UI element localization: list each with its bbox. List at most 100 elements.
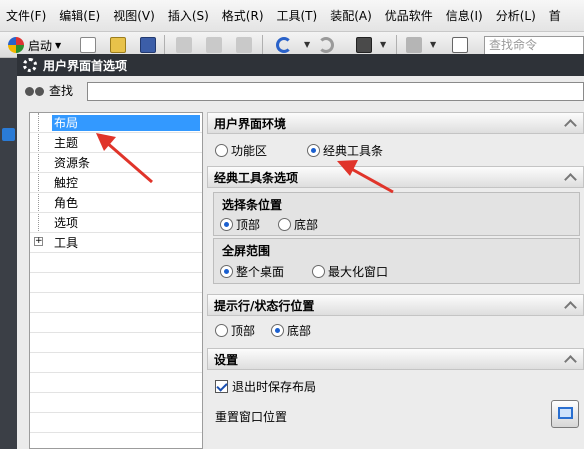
menu-bar: 文件(F) 编辑(E) 视图(V) 插入(S) 格式(R) 工具(T) 装配(A… <box>0 0 584 32</box>
section-title: 经典工具条选项 <box>214 170 299 185</box>
radio-label: 功能区 <box>231 144 268 158</box>
radio-selectbar-bottom[interactable]: 底部 <box>278 216 318 233</box>
radio-whole-desktop[interactable]: 整个桌面 <box>220 263 284 280</box>
section-prompt-status-position[interactable]: 提示行/状态行位置 <box>207 294 584 316</box>
start-label: 启动 <box>28 38 53 53</box>
group-fullscreen-range: 全屏范围 整个桌面 最大化窗口 <box>213 238 580 284</box>
chevron-down-icon[interactable]: ▼ <box>304 40 310 49</box>
tree-empty-row <box>30 293 202 313</box>
radio-label: 顶部 <box>231 324 256 338</box>
expand-icon[interactable]: + <box>34 237 43 246</box>
resource-tab-icon[interactable] <box>2 128 15 141</box>
radio-circle <box>215 324 228 337</box>
category-tree: 布局 主题 资源条 触控 角色 选项 + 工具 <box>29 112 203 449</box>
clapboard-icon[interactable] <box>356 37 372 53</box>
radio-maximized-window[interactable]: 最大化窗口 <box>312 263 388 280</box>
tree-item-label: 触控 <box>54 176 79 190</box>
tree-item-layout[interactable]: 布局 <box>30 113 202 133</box>
radio-label: 顶部 <box>236 218 261 232</box>
menu-file[interactable]: 文件(F) <box>6 7 46 24</box>
gear-icon <box>23 58 37 72</box>
tree-item-tools[interactable]: + 工具 <box>30 233 202 253</box>
menu-edit[interactable]: 编辑(E) <box>59 7 100 24</box>
section-classic-toolbar-options[interactable]: 经典工具条选项 <box>207 166 584 188</box>
reset-window-position-label: 重置窗口位置 <box>215 410 288 424</box>
tree-empty-row <box>30 373 202 393</box>
radio-status-top[interactable]: 顶部 <box>215 322 255 339</box>
paste-icon[interactable] <box>236 37 252 53</box>
radio-label: 最大化窗口 <box>328 265 389 279</box>
menu-tools[interactable]: 工具(T) <box>277 7 318 24</box>
copy-icon[interactable] <box>206 37 222 53</box>
menu-assembly[interactable]: 装配(A) <box>330 7 372 24</box>
tree-empty-row <box>30 253 202 273</box>
tree-item-options[interactable]: 选项 <box>30 213 202 233</box>
tree-empty-row <box>30 313 202 333</box>
radio-classic-toolbar[interactable]: 经典工具条 <box>307 142 383 159</box>
find-row: 查找 <box>25 82 73 99</box>
tree-item-label: 工具 <box>54 236 79 250</box>
start-button[interactable]: 启动 ▼ <box>8 36 61 54</box>
cut-icon[interactable] <box>176 37 192 53</box>
toolbar-divider <box>164 35 165 55</box>
preferences-dialog: 查找 布局 主题 资源条 触控 角色 选项 + 工具 用户界面环境 功能区 经典… <box>17 76 584 449</box>
radio-circle <box>278 218 291 231</box>
menu-format[interactable]: 格式(R) <box>222 7 264 24</box>
command-search-input[interactable]: 查找命令 <box>484 36 584 55</box>
binoculars-icon <box>25 84 45 98</box>
dialog-titlebar[interactable]: 用户界面首选项 <box>17 54 584 76</box>
menu-youpin[interactable]: 优品软件 <box>385 7 433 24</box>
tree-item-label: 布局 <box>52 115 200 131</box>
collapse-chevron-icon[interactable] <box>564 173 577 186</box>
find-input[interactable] <box>87 82 584 101</box>
group-select-bar-position: 选择条位置 顶部 底部 <box>213 192 580 236</box>
radio-circle <box>220 265 233 278</box>
menu-view[interactable]: 视图(V) <box>113 7 155 24</box>
section-ui-environment[interactable]: 用户界面环境 <box>207 112 584 134</box>
window-icon[interactable] <box>406 37 422 53</box>
section-title: 用户界面环境 <box>214 116 287 131</box>
section-settings[interactable]: 设置 <box>207 348 584 370</box>
reset-window-position-button[interactable] <box>551 400 579 428</box>
menu-analysis[interactable]: 分析(L) <box>496 7 536 24</box>
toolbar-divider <box>262 35 263 55</box>
toolbar-divider <box>396 35 397 55</box>
radio-status-bottom[interactable]: 底部 <box>271 322 311 339</box>
resource-bar <box>0 58 17 449</box>
chevron-down-icon: ▼ <box>55 40 62 50</box>
radio-ribbon[interactable]: 功能区 <box>215 142 267 159</box>
undo-icon[interactable] <box>276 37 292 53</box>
collapse-chevron-icon[interactable] <box>564 119 577 132</box>
section-title: 设置 <box>214 352 239 367</box>
radio-circle <box>271 324 284 337</box>
info-icon[interactable] <box>452 37 468 53</box>
save-icon[interactable] <box>140 37 156 53</box>
tree-empty-row <box>30 273 202 293</box>
group-title: 选择条位置 <box>222 198 283 212</box>
dialog-title: 用户界面首选项 <box>43 58 128 73</box>
chevron-down-icon[interactable]: ▼ <box>430 40 436 49</box>
new-file-icon[interactable] <box>80 37 96 53</box>
tree-empty-row <box>30 353 202 373</box>
tree-item-label: 选项 <box>54 216 79 230</box>
tree-item-label: 主题 <box>54 136 79 150</box>
collapse-chevron-icon[interactable] <box>564 355 577 368</box>
menu-info[interactable]: 信息(I) <box>446 7 483 24</box>
menu-insert[interactable]: 插入(S) <box>168 7 209 24</box>
radio-label: 底部 <box>287 324 312 338</box>
radio-selectbar-top[interactable]: 顶部 <box>220 216 260 233</box>
tree-empty-row <box>30 413 202 433</box>
collapse-chevron-icon[interactable] <box>564 301 577 314</box>
window-reset-icon <box>558 407 573 419</box>
tree-item-touch[interactable]: 触控 <box>30 173 202 193</box>
menu-pref[interactable]: 首 <box>549 7 561 24</box>
chevron-down-icon[interactable]: ▼ <box>380 40 386 49</box>
tree-item-label: 角色 <box>54 196 79 210</box>
tree-item-resource-bar[interactable]: 资源条 <box>30 153 202 173</box>
checkbox-save-layout-on-exit[interactable]: 退出时保存布局 <box>215 378 316 395</box>
tree-item-role[interactable]: 角色 <box>30 193 202 213</box>
redo-icon[interactable] <box>318 37 334 53</box>
tree-item-theme[interactable]: 主题 <box>30 133 202 153</box>
open-folder-icon[interactable] <box>110 37 126 53</box>
checkbox-label: 退出时保存布局 <box>232 380 317 394</box>
